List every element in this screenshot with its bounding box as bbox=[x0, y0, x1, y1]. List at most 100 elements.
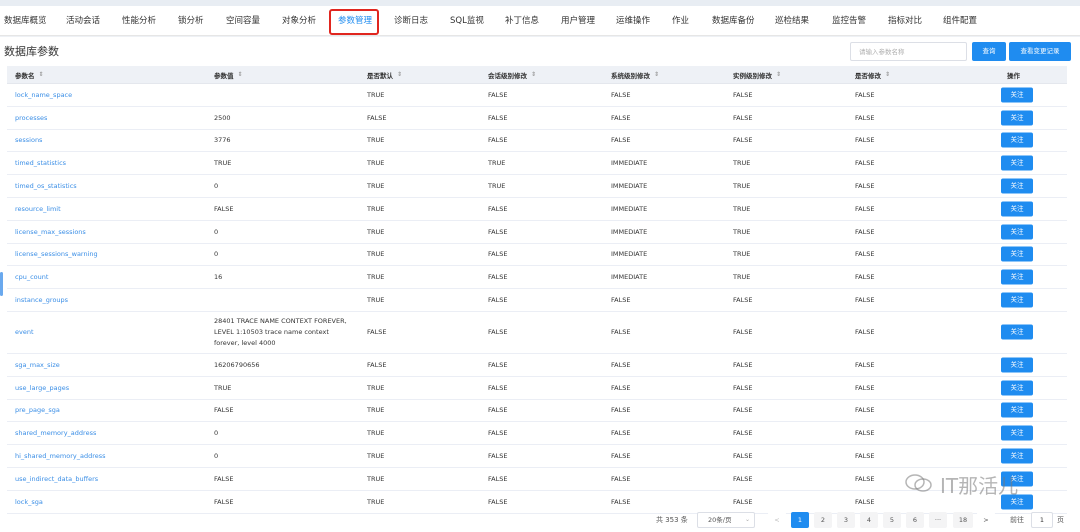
tab-10[interactable]: 用户管理 bbox=[561, 14, 595, 26]
tab-7[interactable]: 诊断日志 bbox=[394, 14, 428, 26]
follow-button[interactable]: 关注 bbox=[1001, 324, 1033, 340]
follow-button[interactable]: 关注 bbox=[1001, 155, 1033, 171]
follow-button[interactable]: 关注 bbox=[1001, 224, 1033, 240]
table-cell: FALSE bbox=[488, 250, 508, 259]
page-size-select[interactable]: 20条/页 ⌄ bbox=[697, 512, 755, 528]
table-cell: FALSE bbox=[488, 136, 508, 145]
parameter-name-link[interactable]: lock_sga bbox=[15, 491, 43, 513]
search-button[interactable]: 查询 bbox=[972, 42, 1006, 61]
tab-13[interactable]: 数据库备份 bbox=[712, 14, 755, 26]
follow-button[interactable]: 关注 bbox=[1001, 201, 1033, 217]
column-header[interactable]: 实例级别修改 ⇕ bbox=[733, 66, 781, 83]
table-cell: TRUE bbox=[367, 227, 385, 236]
tab-17[interactable]: 组件配置 bbox=[943, 14, 977, 26]
next-page-button[interactable]: > bbox=[977, 512, 995, 528]
table-cell: TRUE bbox=[214, 159, 232, 168]
tab-1[interactable]: 活动会话 bbox=[66, 14, 100, 26]
parameter-search-input[interactable] bbox=[850, 42, 967, 61]
column-header[interactable]: 会话级别修改 ⇕ bbox=[488, 66, 536, 83]
sort-icon[interactable]: ⇕ bbox=[397, 71, 402, 78]
tab-9[interactable]: 补丁信息 bbox=[505, 14, 539, 26]
table-cell: TRUE bbox=[367, 273, 385, 282]
follow-button[interactable]: 关注 bbox=[1001, 292, 1033, 308]
tab-4[interactable]: 空间容量 bbox=[226, 14, 260, 26]
tab-3[interactable]: 锁分析 bbox=[178, 14, 204, 26]
follow-button[interactable]: 关注 bbox=[1001, 132, 1033, 148]
table-cell: FALSE bbox=[488, 429, 508, 438]
more-pages-button[interactable]: ··· bbox=[929, 512, 947, 528]
follow-button[interactable]: 关注 bbox=[1001, 402, 1033, 418]
parameter-name-link[interactable]: event bbox=[15, 312, 34, 353]
sort-icon[interactable]: ⇕ bbox=[776, 71, 781, 78]
follow-button[interactable]: 关注 bbox=[1001, 246, 1033, 262]
parameter-name-link[interactable]: sessions bbox=[15, 130, 42, 152]
tab-14[interactable]: 巡检结果 bbox=[775, 14, 809, 26]
view-history-button[interactable]: 查看变更记录 bbox=[1009, 42, 1071, 61]
tab-16[interactable]: 指标对比 bbox=[888, 14, 922, 26]
parameter-name-link[interactable]: lock_name_space bbox=[15, 84, 72, 106]
follow-button[interactable]: 关注 bbox=[1001, 178, 1033, 194]
column-header[interactable]: 参数名 ⇕ bbox=[15, 66, 44, 83]
parameter-name-link[interactable]: processes bbox=[15, 107, 47, 129]
column-header[interactable]: 是否修改 ⇕ bbox=[855, 66, 890, 83]
follow-button[interactable]: 关注 bbox=[1001, 380, 1033, 396]
column-header[interactable]: 参数值 ⇕ bbox=[214, 66, 243, 83]
page-number-button[interactable]: 2 bbox=[814, 512, 832, 528]
page-number-button[interactable]: 18 bbox=[953, 512, 973, 528]
sort-icon[interactable]: ⇕ bbox=[531, 71, 536, 78]
table-cell: FALSE bbox=[855, 273, 875, 282]
tab-2[interactable]: 性能分析 bbox=[122, 14, 156, 26]
parameter-name-link[interactable]: use_indirect_data_buffers bbox=[15, 468, 98, 490]
sort-icon[interactable]: ⇕ bbox=[885, 71, 890, 78]
column-header[interactable]: 系统级别修改 ⇕ bbox=[611, 66, 659, 83]
page-number-button[interactable]: 6 bbox=[906, 512, 924, 528]
parameter-name-link[interactable]: pre_page_sga bbox=[15, 400, 60, 422]
parameter-name-link[interactable]: timed_os_statistics bbox=[15, 175, 77, 197]
sort-icon[interactable]: ⇕ bbox=[238, 71, 243, 78]
table-cell: IMMEDIATE bbox=[611, 273, 648, 282]
table-cell: IMMEDIATE bbox=[611, 227, 648, 236]
table-cell: FALSE bbox=[611, 113, 631, 122]
tab-5[interactable]: 对象分析 bbox=[282, 14, 316, 26]
follow-button[interactable]: 关注 bbox=[1001, 110, 1033, 126]
parameter-name-link[interactable]: hi_shared_memory_address bbox=[15, 445, 106, 467]
follow-button[interactable]: 关注 bbox=[1001, 87, 1033, 103]
follow-button[interactable]: 关注 bbox=[1001, 425, 1033, 441]
page-number-button[interactable]: 4 bbox=[860, 512, 878, 528]
sort-icon[interactable]: ⇕ bbox=[39, 71, 44, 78]
parameter-name-link[interactable]: cpu_count bbox=[15, 266, 48, 288]
tab-11[interactable]: 运维操作 bbox=[616, 14, 650, 26]
tab-15[interactable]: 监控告警 bbox=[832, 14, 866, 26]
goto-page-input[interactable]: 1 bbox=[1031, 512, 1053, 528]
table-cell: FALSE bbox=[488, 227, 508, 236]
follow-button[interactable]: 关注 bbox=[1001, 448, 1033, 464]
parameter-name-link[interactable]: timed_statistics bbox=[15, 152, 66, 174]
table-cell: 2500 bbox=[214, 113, 231, 122]
table-cell: FALSE bbox=[855, 360, 875, 369]
table-row: resource_limit FALSE TRUE FALSE IMMEDIATE TRU… bbox=[7, 198, 1067, 221]
table-cell: IMMEDIATE bbox=[611, 250, 648, 259]
parameter-name-link[interactable]: instance_groups bbox=[15, 289, 68, 311]
column-header-label: 参数值 bbox=[214, 71, 234, 80]
parameter-name-link[interactable]: use_large_pages bbox=[15, 377, 69, 399]
tab-0[interactable]: 数据库概览 bbox=[4, 14, 47, 26]
parameter-name-link[interactable]: license_sessions_warning bbox=[15, 244, 98, 266]
prev-page-button[interactable]: < bbox=[768, 512, 786, 528]
column-header[interactable]: 是否默认 ⇕ bbox=[367, 66, 402, 83]
sort-icon[interactable]: ⇕ bbox=[654, 71, 659, 78]
page-number-button[interactable]: 1 bbox=[791, 512, 809, 528]
page-number-button[interactable]: 3 bbox=[837, 512, 855, 528]
parameter-name-link[interactable]: sga_max_size bbox=[15, 354, 60, 376]
parameter-name-link[interactable]: resource_limit bbox=[15, 198, 61, 220]
parameter-name-link[interactable]: license_max_sessions bbox=[15, 221, 86, 243]
table-cell: FALSE bbox=[733, 429, 753, 438]
follow-button[interactable]: 关注 bbox=[1001, 357, 1033, 373]
table-row: instance_groups TRUE FALSE FALSE FALSE FALSE 关… bbox=[7, 289, 1067, 312]
tab-8[interactable]: SQL监视 bbox=[450, 14, 484, 26]
parameter-name-link[interactable]: shared_memory_address bbox=[15, 422, 96, 444]
tab-12[interactable]: 作业 bbox=[672, 14, 689, 26]
table-cell: 0 bbox=[214, 429, 219, 438]
page-number-button[interactable]: 5 bbox=[883, 512, 901, 528]
follow-button[interactable]: 关注 bbox=[1001, 269, 1033, 285]
table-row: sessions 3776 TRUE FALSE FALSE FALSE FALSE 关注 bbox=[7, 130, 1067, 153]
